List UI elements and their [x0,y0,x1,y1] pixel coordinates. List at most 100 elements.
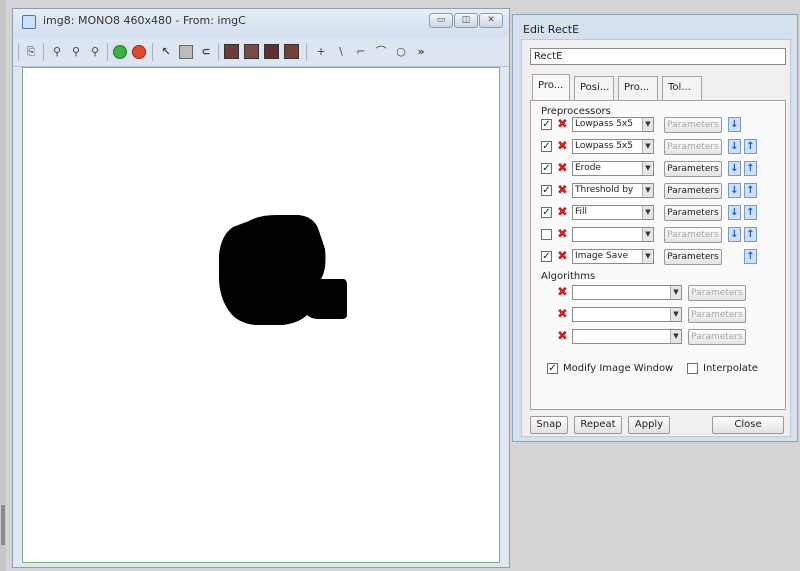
zoom-in-icon[interactable]: ⚲ [68,44,84,60]
algorithm-select[interactable]: ▼ [572,307,682,322]
image2-icon[interactable] [244,44,259,59]
preprocessor-select[interactable]: Fill ▼ [572,205,654,220]
more-icon[interactable]: » [413,44,429,60]
parameters-button[interactable]: Parameters [664,205,722,221]
preprocessor-select[interactable]: ▼ [572,227,654,242]
parameters-button[interactable]: Parameters [688,285,746,301]
parameters-button[interactable]: Parameters [664,183,722,199]
tab-processing[interactable]: Pro... [532,74,570,100]
minimize-button[interactable]: ▭ [429,13,453,28]
tab-tolerance[interactable]: Tol... [662,76,702,100]
preprocessor-select[interactable]: Lowpass 5x5 ▼ [572,139,654,154]
arc-icon[interactable]: ⌒ [373,44,389,60]
move-up-icon[interactable]: ↑ [744,249,757,264]
remove-icon[interactable]: ✖ [556,286,569,299]
dropdown-arrow-icon[interactable]: ▼ [642,140,653,153]
move-up-icon[interactable]: ↑ [744,161,757,176]
dropdown-arrow-icon[interactable]: ▼ [670,286,681,299]
image-canvas[interactable] [22,67,500,563]
move-up-icon[interactable]: ↑ [744,183,757,198]
move-down-icon[interactable]: ↓ [728,227,741,242]
parameters-button[interactable]: Parameters [664,117,722,133]
save-icon[interactable]: ⎘ [23,44,39,60]
display-icon[interactable] [179,45,193,59]
interpolate-checkbox[interactable] [687,363,698,374]
tab-properties[interactable]: Pro... [618,76,658,100]
remove-icon[interactable]: ✖ [556,184,569,197]
dropdown-arrow-icon[interactable]: ▼ [642,206,653,219]
remove-icon[interactable]: ✖ [556,162,569,175]
dropdown-arrow-icon[interactable]: ▼ [642,228,653,241]
dropdown-arrow-icon[interactable]: ▼ [642,250,653,263]
preprocessor-enable-checkbox[interactable]: ✓ [541,163,552,174]
close-button[interactable]: ✕ [479,13,503,28]
preprocessors-label: Preprocessors [541,106,611,117]
image4-icon[interactable] [284,44,299,59]
move-down-icon[interactable]: ↓ [728,117,741,132]
preprocessor-enable-checkbox[interactable]: ✓ [541,207,552,218]
preprocessor-value: Threshold by [575,185,634,195]
parameters-button[interactable]: Parameters [688,329,746,345]
parameters-button[interactable]: Parameters [664,139,722,155]
snap-button[interactable]: Snap [530,416,568,434]
stop-red-icon[interactable] [132,45,146,59]
dropdown-arrow-icon[interactable]: ▼ [670,330,681,343]
dropdown-arrow-icon[interactable]: ▼ [642,118,653,131]
preprocessor-value: Fill [575,207,588,217]
zoom-fit-icon[interactable]: ⚲ [49,44,65,60]
remove-icon[interactable]: ✖ [556,140,569,153]
remove-icon[interactable]: ✖ [556,228,569,241]
polygon-icon[interactable]: ○ [393,44,409,60]
image3-icon[interactable] [264,44,279,59]
preprocessor-enable-checkbox[interactable]: ✓ [541,119,552,130]
preprocessor-enable-checkbox[interactable]: ✓ [541,185,552,196]
parameters-button[interactable]: Parameters [664,161,722,177]
algorithm-select[interactable]: ▼ [572,285,682,300]
preprocessor-value: Lowpass 5x5 [575,141,633,151]
crosshair-icon[interactable]: + [313,44,329,60]
zoom-out-icon[interactable]: ⚲ [87,44,103,60]
parameters-button[interactable]: Parameters [688,307,746,323]
parameters-button[interactable]: Parameters [664,227,722,243]
dropdown-arrow-icon[interactable]: ▼ [642,162,653,175]
maximize-button[interactable]: ◫ [454,13,478,28]
remove-icon[interactable]: ✖ [556,330,569,343]
preprocessor-select[interactable]: Threshold by ▼ [572,183,654,198]
scroll-grip[interactable] [1,505,5,545]
remove-icon[interactable]: ✖ [556,308,569,321]
play-green-icon[interactable] [113,45,127,59]
repeat-button[interactable]: Repeat [574,416,622,434]
dropdown-arrow-icon[interactable]: ▼ [670,308,681,321]
move-down-icon[interactable]: ↓ [728,139,741,154]
move-up-icon[interactable]: ↑ [744,205,757,220]
name-field[interactable]: RectE [530,48,786,65]
move-down-icon[interactable]: ↓ [728,183,741,198]
line-icon[interactable]: \ [333,44,349,60]
apply-button[interactable]: Apply [628,416,670,434]
edit-panel: Edit RectE RectE Pro... Posi... Pro... T… [512,14,798,442]
dropdown-arrow-icon[interactable]: ▼ [642,184,653,197]
link-icon[interactable]: ⊂ [198,44,214,60]
image1-icon[interactable] [224,44,239,59]
move-up-icon[interactable]: ↑ [744,227,757,242]
move-down-icon[interactable]: ↓ [728,205,741,220]
preprocessor-select[interactable]: Image Save ▼ [572,249,654,264]
tab-position[interactable]: Posi... [574,76,614,100]
modify-image-window-checkbox[interactable]: ✓ [547,363,558,374]
pointer-icon[interactable]: ↖ [158,44,174,60]
preprocessor-select[interactable]: Lowpass 5x5 ▼ [572,117,654,132]
preprocessor-enable-checkbox[interactable]: ✓ [541,141,552,152]
algorithm-select[interactable]: ▼ [572,329,682,344]
remove-icon[interactable]: ✖ [556,118,569,131]
remove-icon[interactable]: ✖ [556,250,569,263]
preprocessor-select[interactable]: Erode ▼ [572,161,654,176]
preprocessor-enable-checkbox[interactable]: ✓ [541,251,552,262]
polyline-icon[interactable]: ⌐ [353,44,369,60]
preprocessor-enable-checkbox[interactable] [541,229,552,240]
move-down-icon[interactable]: ↓ [728,161,741,176]
image-window-titlebar[interactable]: img8: MONO8 460x480 - From: imgC ▭ ◫ ✕ [13,9,509,37]
parameters-button[interactable]: Parameters [664,249,722,265]
remove-icon[interactable]: ✖ [556,206,569,219]
close-panel-button[interactable]: Close [712,416,784,434]
move-up-icon[interactable]: ↑ [744,139,757,154]
